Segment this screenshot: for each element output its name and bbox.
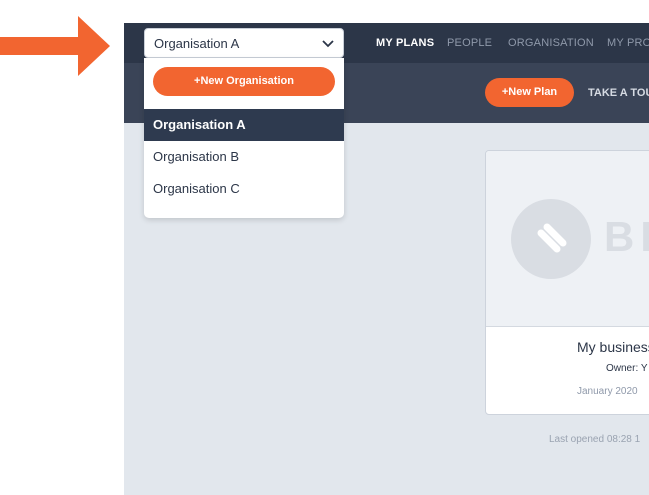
organisation-select[interactable]: Organisation A [144, 28, 344, 58]
plan-date: January 2020 [577, 386, 638, 397]
arrow-right-icon [0, 16, 110, 76]
nav-organisation[interactable]: ORGANISATION [508, 37, 594, 49]
nav-my-plans[interactable]: MY PLANS [376, 37, 434, 49]
dropdown-item-organisation-b[interactable]: Organisation B [144, 141, 344, 173]
brand-logo-icon [511, 199, 591, 279]
new-plan-button[interactable]: +New Plan [485, 78, 574, 107]
nav-people[interactable]: PEOPLE [447, 37, 492, 49]
top-navbar: Organisation A MY PLANS PEOPLE ORGANISAT… [124, 23, 649, 63]
last-opened-text: Last opened 08:28 1 [549, 434, 641, 445]
take-a-tour-link[interactable]: TAKE A TOUR [588, 87, 649, 99]
organisation-select-value: Organisation A [154, 36, 240, 51]
chevron-down-icon [322, 40, 334, 48]
brand-logo-text: BR [604, 213, 649, 260]
new-organisation-button[interactable]: +New Organisation [153, 67, 335, 96]
plan-card-thumbnail: BR [486, 151, 649, 327]
organisation-dropdown: +New Organisation Organisation A Organis… [144, 58, 344, 218]
plan-card[interactable]: BR My business Owner: Y January 2020 [485, 150, 649, 415]
plan-title[interactable]: My business [577, 339, 649, 355]
dropdown-item-organisation-a[interactable]: Organisation A [144, 109, 344, 141]
plan-owner: Owner: Y [606, 363, 648, 374]
nav-my-profile[interactable]: MY PROF [607, 37, 649, 49]
app-window: Organisation A MY PLANS PEOPLE ORGANISAT… [124, 23, 649, 495]
dropdown-item-organisation-c[interactable]: Organisation C [144, 173, 344, 205]
